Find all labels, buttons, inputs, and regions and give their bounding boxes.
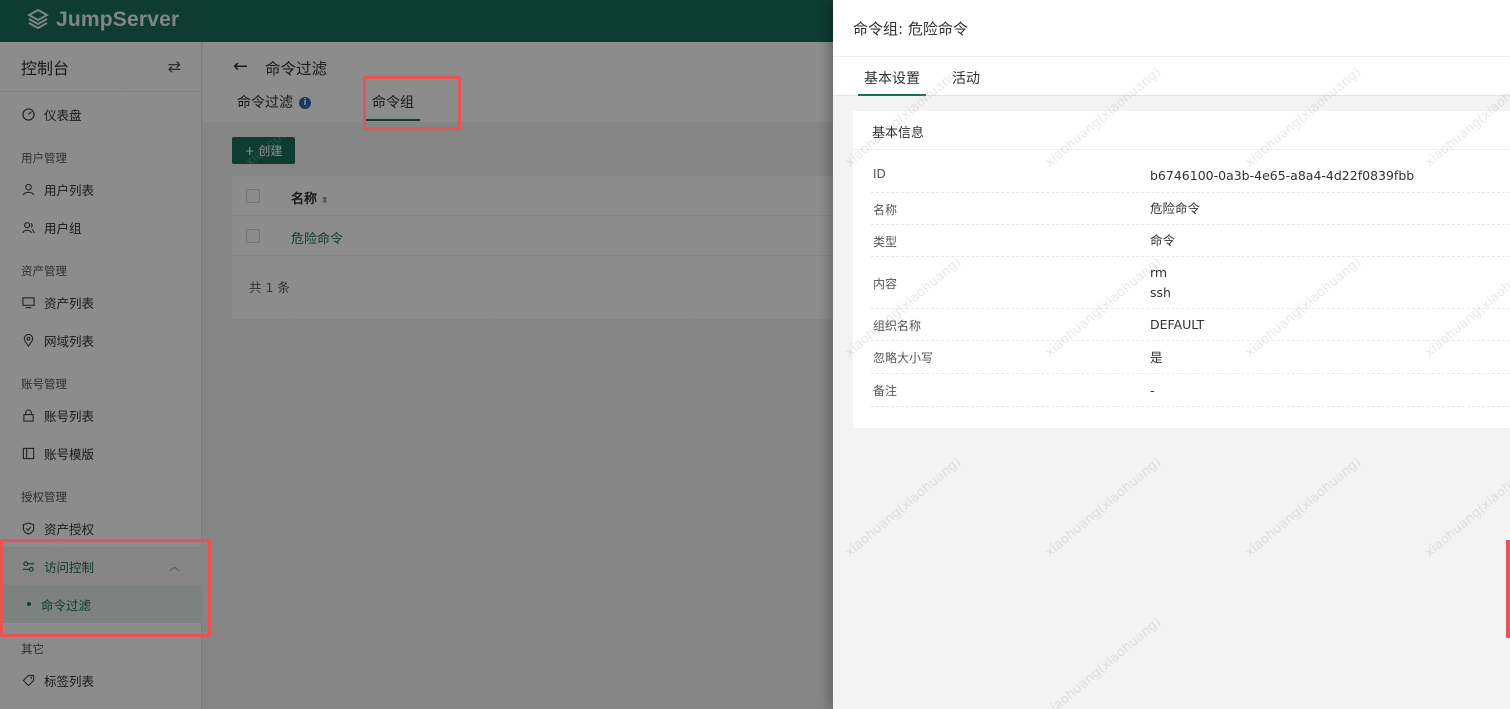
drawer-header: 命令组: 危险命令 [833,0,1510,57]
basic-info-card: 基本信息 ID b6746100-0a3b-4e65-a8a4-4d22f083… [853,111,1510,428]
field-label: 忽略大小写 [873,351,934,365]
field-label: ID [873,167,886,181]
field-org-name: 组织名称 DEFAULT [871,309,1510,341]
field-value: 是 [1150,350,1163,365]
detail-drawer: 命令组: 危险命令 基本设置 活动 基本信息 ID b6746100-0a3b-… [833,0,1510,709]
field-value: b6746100-0a3b-4e65-a8a4-4d22f0839fbb [1150,168,1415,183]
field-value: 危险命令 [1150,201,1201,216]
field-id: ID b6746100-0a3b-4e65-a8a4-4d22f0839fbb [871,159,1510,193]
field-content: 内容 rm ssh [871,257,1510,309]
field-label: 备注 [873,384,898,398]
field-value-line2: ssh [1150,285,1171,300]
field-value: rm [1150,265,1168,280]
field-label: 类型 [873,235,898,249]
field-ignore-case: 忽略大小写 是 [871,341,1510,374]
drawer-title: 命令组: 危险命令 [853,20,968,38]
field-label: 组织名称 [873,319,922,333]
field-value: 命令 [1150,233,1176,248]
field-type: 类型 命令 [871,225,1510,257]
card-title: 基本信息 [853,111,1510,150]
highlight-edge [1506,540,1510,638]
field-name: 名称 危险命令 [871,193,1510,225]
field-value: - [1150,383,1155,398]
tab-basic-settings[interactable]: 基本设置 [864,68,920,88]
highlight-box-sidebar [0,539,211,637]
field-label: 名称 [873,203,898,217]
highlight-box-tab [363,76,461,130]
field-value: DEFAULT [1150,317,1205,332]
field-comment: 备注 - [871,374,1510,407]
field-label: 内容 [873,277,898,291]
active-tab-underline [858,94,926,96]
tab-activity[interactable]: 活动 [952,68,980,88]
drawer-tabs: 基本设置 活动 [833,57,1510,96]
